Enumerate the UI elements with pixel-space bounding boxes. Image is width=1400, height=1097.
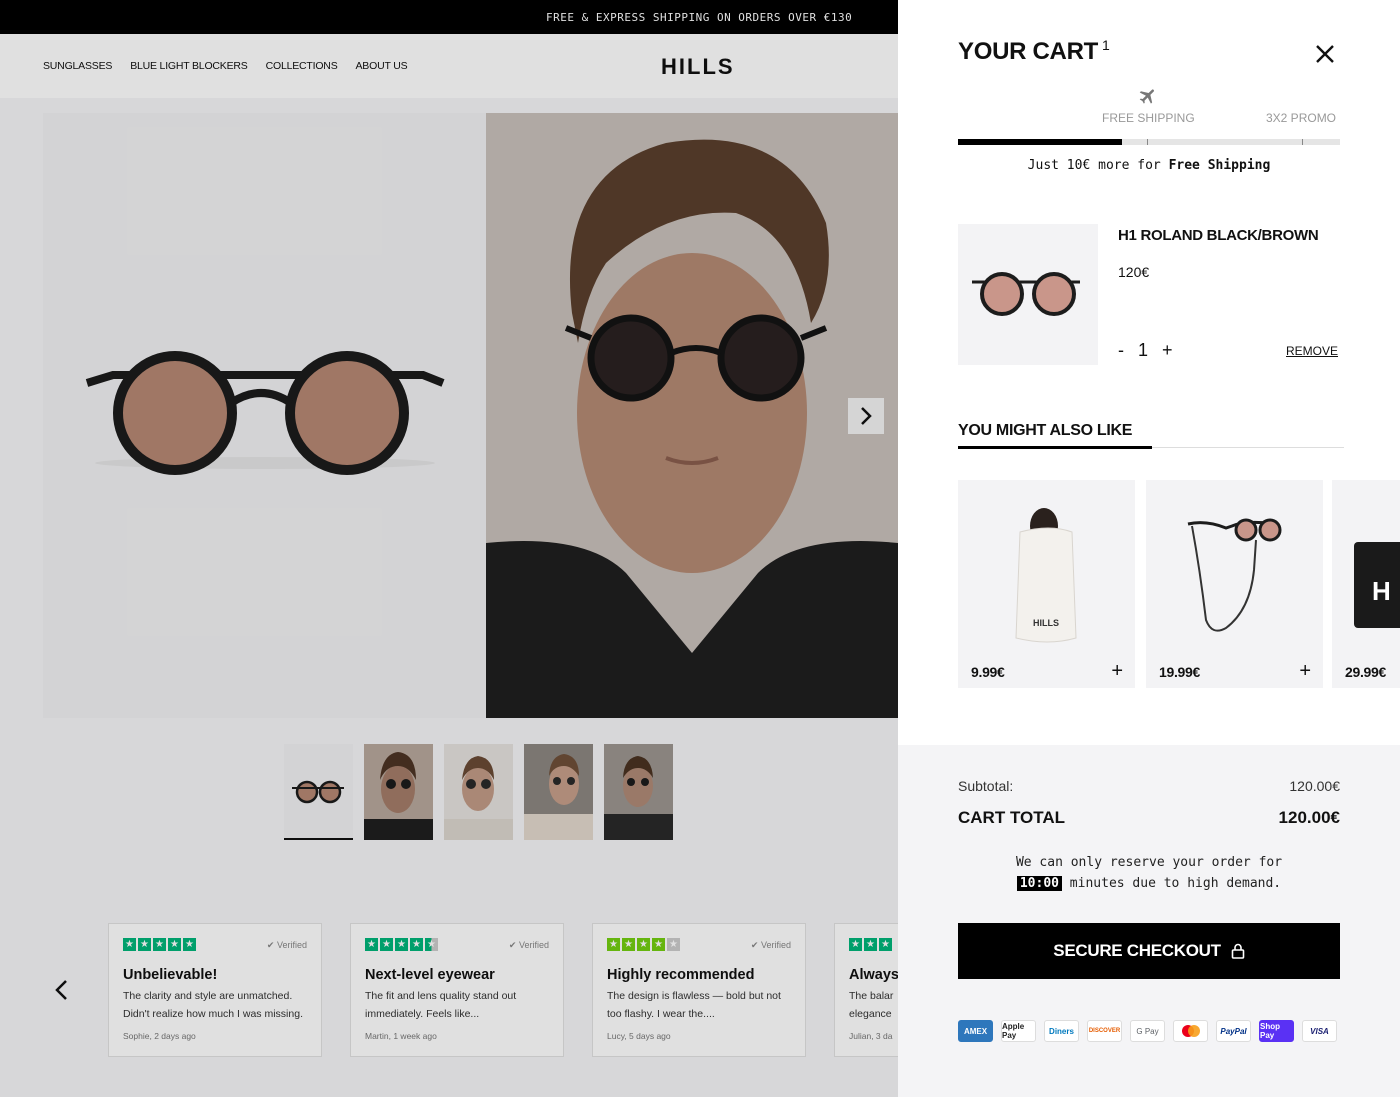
reco-price: 9.99€: [971, 664, 1005, 680]
mastercard-icon: [1173, 1020, 1208, 1042]
payment-methods: AMEX Apple Pay Diners DISCOVER G Pay Pay…: [958, 1020, 1337, 1042]
quantity-increase-button[interactable]: +: [1162, 340, 1173, 361]
reco-price: 19.99€: [1159, 664, 1201, 680]
amex-icon: AMEX: [958, 1020, 993, 1042]
drawer-backdrop[interactable]: [0, 0, 898, 1097]
milestone-3x2-promo: 3X2 PROMO: [1266, 111, 1337, 125]
reco-card-case[interactable]: HILLS 9.99€ +: [958, 480, 1135, 688]
progress-tick: [1147, 139, 1148, 145]
cart-item-price: 120€: [1118, 264, 1150, 280]
reco-card-chain[interactable]: 19.99€ +: [1146, 480, 1323, 688]
remove-item-link[interactable]: REMOVE: [1286, 344, 1338, 358]
cart-title-text: YOUR CART: [958, 38, 1098, 65]
quantity-stepper: - 1 +: [1118, 340, 1173, 361]
google-pay-icon: G Pay: [1130, 1020, 1165, 1042]
cart-title: YOUR CART 1: [958, 37, 1110, 66]
discover-icon: DISCOVER: [1087, 1020, 1122, 1042]
shipping-message-prefix: Just 10€ more for: [1027, 158, 1169, 173]
cart-drawer: YOUR CART 1 FREE SHIPPING 3X2 PROMO Just …: [898, 0, 1400, 1097]
shipping-progress-bar: [958, 139, 1340, 145]
reserve-line-2: 10:00 minutes due to high demand.: [958, 873, 1340, 894]
paypal-icon: PayPal: [1216, 1020, 1251, 1042]
quantity-decrease-button[interactable]: -: [1118, 340, 1124, 361]
subtotal-value: 120.00€: [1289, 778, 1340, 794]
shipping-message-highlight: Free Shipping: [1168, 158, 1271, 173]
glasses-case-image: HILLS: [1015, 508, 1077, 643]
total-value: 120.00€: [1278, 808, 1340, 827]
bag-image: H: [1354, 542, 1400, 628]
add-to-cart-button[interactable]: +: [1299, 661, 1311, 681]
bag-logo: H: [1372, 576, 1391, 606]
quantity-value: 1: [1138, 340, 1149, 360]
close-cart-button[interactable]: [1313, 42, 1337, 66]
cart-item-image[interactable]: [958, 224, 1098, 365]
sunglasses-image: [972, 271, 1080, 316]
cart-item-name[interactable]: H1 ROLAND BLACK/BROWN: [1118, 227, 1319, 244]
reco-price: 29.99€: [1345, 664, 1387, 680]
mastercard-logo: [1181, 1025, 1200, 1037]
cart-count: 1: [1101, 37, 1110, 53]
progress-tick: [1302, 139, 1303, 145]
visa-icon: VISA: [1302, 1020, 1337, 1042]
total-label: CART TOTAL: [958, 808, 1066, 827]
recommendations-underline: [958, 446, 1152, 449]
close-icon: [1316, 45, 1334, 63]
apple-pay-icon: Apple Pay: [1001, 1020, 1036, 1042]
reco-card-bag[interactable]: H 29.99€: [1332, 480, 1400, 688]
shipping-progress-fill: [958, 139, 1123, 145]
case-brand-label: HILLS: [1033, 618, 1059, 628]
shop-pay-icon: Shop Pay: [1259, 1020, 1294, 1042]
secure-checkout-button[interactable]: SECURE CHECKOUT: [958, 923, 1340, 979]
shipping-message: Just 10€ more for Free Shipping: [958, 158, 1340, 173]
reserve-line-2-text: minutes due to high demand.: [1061, 876, 1282, 891]
recommendations-title: YOU MIGHT ALSO LIKE: [958, 422, 1133, 439]
lock-icon: [1231, 943, 1245, 959]
subtotal-label: Subtotal:: [958, 778, 1014, 794]
checkout-label: SECURE CHECKOUT: [1053, 941, 1221, 960]
diners-icon: Diners: [1044, 1020, 1079, 1042]
reserve-notice: We can only reserve your order for 10:00…: [958, 852, 1340, 894]
countdown-timer: 10:00: [1016, 876, 1062, 891]
milestone-free-shipping: FREE SHIPPING: [1102, 111, 1195, 125]
airplane-icon: [1138, 86, 1158, 106]
glasses-chain-image: [1187, 518, 1282, 632]
add-to-cart-button[interactable]: +: [1111, 661, 1123, 681]
cart-summary: Subtotal: 120.00€ CART TOTAL 120.00€ We …: [898, 745, 1400, 1097]
reserve-line-1: We can only reserve your order for: [1015, 855, 1283, 870]
